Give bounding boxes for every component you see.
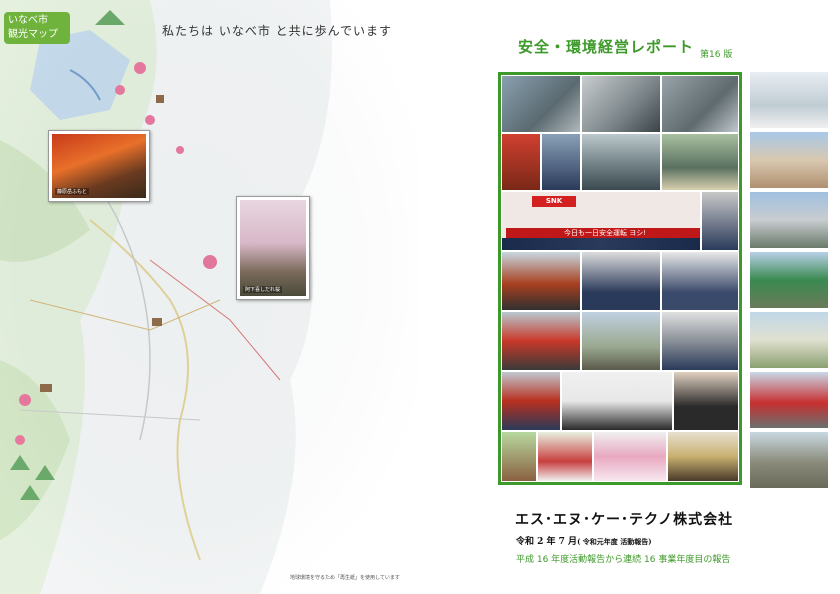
photo-green-tanks xyxy=(750,252,828,308)
map-badge-line1: いなべ市 xyxy=(8,15,48,26)
safety-banner-photo: SNK 今日も一日安全運転 ヨシ! xyxy=(501,191,701,251)
date-main: 令和 2 年 7 月 xyxy=(516,537,578,547)
photo-tile xyxy=(673,371,739,431)
photo-award-trophy xyxy=(750,72,828,128)
date-sub: ( 令和元年度 活動報告) xyxy=(577,537,652,546)
photo-office-building xyxy=(750,132,828,188)
photo-facility-sign xyxy=(750,312,828,368)
tourist-map xyxy=(0,0,420,594)
report-subline: 平成 16 年度活動報告から連続 16 事業年度目の報告 xyxy=(516,555,731,565)
photo-tile xyxy=(661,311,739,371)
photo-tile xyxy=(581,133,661,191)
photo-autumn-shrine: 藤原岳ふもと xyxy=(48,130,150,202)
photo-tile xyxy=(593,431,667,482)
photo-tile xyxy=(561,371,673,431)
photo-tile xyxy=(501,75,581,133)
tagline: 私たちは いなべ市 と共に歩んでいます xyxy=(162,24,393,38)
company-logo-banner: SNK xyxy=(532,196,576,207)
photo-tile xyxy=(537,431,593,482)
photo-tile xyxy=(581,311,661,371)
publication-date: 令和 2 年 7 月( 令和元年度 活動報告) xyxy=(516,534,652,547)
photo-cherry-tree: 阿下喜しだれ桜 xyxy=(236,196,310,300)
photo-tile xyxy=(667,431,739,482)
map-page: いなべ市 観光マップ 私たちは いなべ市 と共に歩んでいます 藤原岳ふもと 阿下… xyxy=(0,0,420,594)
safety-slogan: 今日も一日安全運転 ヨシ! xyxy=(506,228,700,238)
photo-construction-site xyxy=(750,432,828,488)
photo-tile xyxy=(501,371,561,431)
photo-tanker-fleet xyxy=(750,372,828,428)
photo-tile xyxy=(501,133,541,191)
edition-label: 第16 版 xyxy=(700,50,733,60)
photo-tile xyxy=(581,251,661,311)
report-title: 安全・環境経営レポート xyxy=(518,38,695,56)
map-badge-line2: 観光マップ xyxy=(8,29,58,40)
photo-tile xyxy=(501,431,537,482)
photo-tile xyxy=(661,75,739,133)
map-badge: いなべ市 観光マップ xyxy=(4,12,70,44)
photo-tile xyxy=(501,311,581,371)
photo-tile xyxy=(501,251,581,311)
photo-caption: 藤原岳ふもと xyxy=(55,188,89,195)
photo-collage: SNK 今日も一日安全運転 ヨシ! xyxy=(498,72,742,485)
photo-storage-tanks xyxy=(750,192,828,248)
recycled-paper-note: 地球環境を守るため「再生紙」を使用しています xyxy=(290,575,400,581)
photo-tile xyxy=(581,75,661,133)
photo-tile xyxy=(701,191,739,251)
photo-tile xyxy=(661,251,739,311)
photo-tile xyxy=(661,133,739,191)
photo-caption: 阿下喜しだれ桜 xyxy=(243,286,283,293)
photo-tile xyxy=(541,133,581,191)
company-name: エス･エヌ･ケー･テクノ株式会社 xyxy=(515,512,734,528)
